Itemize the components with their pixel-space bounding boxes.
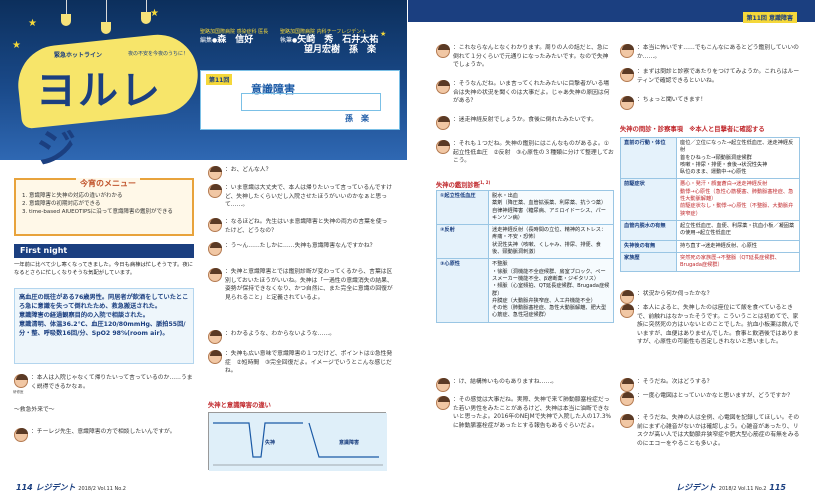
dialog-bubble: ：本当に怖いです……でもこんなにあるとどう鑑別していいのか……。	[620, 44, 800, 61]
header-tag: 第11回 意識障害	[742, 12, 797, 23]
dialog-bubble: ：失神と意識障害とでは鑑別診断が変わってくるから、言葉は区別しておいたほうがいい…	[208, 268, 393, 302]
table-row: 直前の行動・体位 座位／立位になった→起立性低血圧、迷走神経反射 首をひねった→頸…	[620, 136, 800, 180]
star-icon: ★	[28, 18, 37, 29]
ddx-table: ①起立性低血圧 脱水・出血 薬剤（降圧薬、血管拡張薬、利尿薬、抗うつ薬） 自律神経…	[436, 189, 614, 323]
footer-right: レジデント 2018/2 Vol.11 No.2 115	[676, 482, 786, 493]
first-night-intro: 一年前に比べて少し寒くなってきました。今日も病棟は忙しそうです。夜になるとさらに…	[14, 262, 193, 276]
chief-avatar-icon	[620, 290, 634, 304]
column-logo: 緊急ホットライン 夜の不安を今夜のうちに！ ヨルレジ	[14, 30, 202, 172]
round-badge: 第11回	[206, 74, 233, 85]
editor-name: 森 信好	[217, 35, 254, 45]
interview-table-title: 失神の問診・診察事項 ※本人と目撃者に確認する	[620, 126, 765, 133]
dialog-bubble: ：なるほどね。先生はいま意識障害と失神の両方の言葉を使ったけど、どうなの？	[208, 218, 393, 235]
resident-avatar-icon	[208, 330, 222, 344]
resident-avatar-icon	[436, 378, 450, 392]
chief-avatar-icon	[436, 80, 450, 94]
ddx-title: 失神の鑑別診断1, 2)	[436, 180, 491, 190]
dialog-bubble: ：状況から何か伺ったかな？	[620, 290, 800, 304]
header-banner: ★ ★ ★ ★ 緊急ホットライン 夜の不安を今夜のうちに！ ヨルレジ 聖路加国際…	[0, 0, 407, 172]
table-row: 血管内脱水の有無 起立性低血圧、血便、利尿薬・抗血小板／凝固薬の使用→起立性低血圧	[620, 219, 800, 241]
chief-avatar-icon	[208, 268, 222, 282]
menu-item: 1. 意識障害と失神の対応の違いがわかる	[22, 193, 123, 199]
resident-avatar-icon	[436, 44, 450, 58]
chief-avatar-icon	[620, 378, 634, 392]
dialog-bubble: ：ちょっと聞いてきます！	[620, 96, 800, 110]
dialog-bubble: ：これならなんとなくわかります。周りの人の話だと、急に倒れて１分くらいで元通りに…	[436, 44, 614, 70]
syncope-graph: 失神 意識障害	[208, 412, 387, 471]
dialog-bubble: ：失神も広い意味で意識障害の１つだけど、ポイントは①急性発症 ②短時間 ③完全回…	[208, 350, 393, 376]
issue-info: 2018/2 Vol.11 No.2	[718, 486, 767, 492]
dialog-bubble: ：お、どんな人？	[208, 166, 393, 180]
issue-info: 2018/2 Vol.11 No.2	[78, 486, 126, 492]
article-author: 孫 楽	[345, 114, 369, 123]
header-bar-right: 第11回 意識障害	[408, 0, 815, 23]
author-names-1: 矢崎 秀 石井太祐	[297, 35, 379, 45]
syncope-label: 失神	[265, 440, 276, 446]
page-number: 115	[769, 483, 786, 492]
table-row: 前駆症状 悪心・発汗・顔面蒼白→迷走神経反射 動悸→心原性（急性心筋梗塞、肺動脈塞…	[620, 178, 800, 221]
title-card: 第11回 意識障害 孫 楽	[200, 70, 400, 130]
left-page: ★ ★ ★ ★ 緊急ホットライン 夜の不安を今夜のうちに！ ヨルレジ 聖路加国際…	[0, 0, 407, 500]
lamp-icon	[61, 14, 71, 26]
resident-avatar-icon	[14, 428, 28, 442]
dialog-bubble: ：それも１つだね。失神の鑑別にはこんなものがあるよ。①起立性低血圧 ②反射 ③心…	[436, 140, 614, 166]
chief-avatar-icon	[436, 396, 450, 410]
dialog-bubble: ：け、結構怖いものもありますね……。	[436, 378, 614, 392]
resident-avatar-icon	[208, 242, 222, 256]
table-row: 失神後の有無 持ち直す→迷走神経反射、心原性	[620, 239, 800, 253]
dialog-bubble: ：まずは問診と診察であたりをつけてみようか。これらはルーティンで確認できるといい…	[620, 68, 800, 85]
dialog-bubble: ：迷走神経反射でしょうか。食後に倒れたみたいです。	[436, 116, 614, 130]
menu-title: 今宵のメニュー	[76, 178, 140, 189]
chief-avatar-icon	[208, 218, 222, 232]
table-row: ③心原性 不整脈 ・徐脈（洞機能不全症候群、房室ブロック、ペースメーカー機能不全、…	[436, 258, 614, 323]
resident-avatar-icon	[436, 116, 450, 130]
dialog-bubble: ：そうだね、失神の人は全例、心電図を記録してほしい。その前にまず心雑音がないかは…	[620, 414, 800, 448]
dialog-bubble: ：わかるような、わからないような……。	[208, 330, 393, 344]
resident-avatar-icon	[620, 392, 634, 406]
graph-title: 失神と意識障害の違い	[208, 402, 271, 409]
star-icon: ★	[380, 30, 387, 38]
author-names-2: 望月宏樹 孫 楽	[304, 45, 377, 55]
resident-avatar-icon	[620, 44, 634, 58]
dialog-bubble: ：いま意識は大丈夫で、本人は帰りたいって言っているんですけど、失神したくらいだし…	[208, 184, 393, 210]
chief-avatar-icon	[208, 166, 222, 180]
dialog-bubble: ：一度心電図はとっていいかなと思いますが、どうですか？	[620, 392, 800, 406]
dialog-bubble: ：そうだね。次はどうする？	[620, 378, 800, 392]
star-icon: ★	[150, 8, 159, 19]
dialog-bubble: ：そうなんだね。いま言ってくれたみたいに目撃者がいる場合は失神の状況を聞くのは大…	[436, 80, 614, 106]
resident-avatar-icon	[620, 304, 634, 318]
journal-name: レジデント	[35, 483, 76, 492]
resident-avatar-icon	[208, 184, 222, 198]
coma-label: 意識障害	[339, 440, 360, 446]
page-number: 114	[16, 483, 33, 492]
table-row: ②反射 迷走神経反射（長時間の立位、精神的ストレス：疼痛・不安・恐怖） 状況性失神…	[436, 224, 614, 260]
syncope-graph-svg	[209, 413, 387, 471]
first-night-heading: First night	[14, 244, 194, 258]
resident-avatar-icon	[620, 96, 634, 110]
dialog-bubble: ：その感覚は大事だね。実際、失神で来て肺動脈塞栓症だった若い男性をみたことがある…	[436, 396, 614, 430]
scene-line: 〜救急外来で〜	[14, 407, 55, 413]
chief-avatar-icon	[436, 140, 450, 154]
chief-avatar-icon	[620, 414, 634, 428]
chief-avatar-icon	[208, 350, 222, 364]
dialog-bubble: 研修医 ：本人は入院じゃなくて帰りたいって言っているのか……うまく説得できるかな…	[13, 374, 193, 394]
table-row: ①起立性低血圧 脱水・出血 薬剤（降圧薬、血管拡張薬、利尿薬、抗うつ薬） 自律神経…	[436, 189, 614, 226]
dialog-bubble: ：本人によると、失神したのは座位にて飯を食べているときで、前触れはなかったそうで…	[620, 304, 800, 347]
resident-avatar-icon: 研修医	[13, 374, 28, 394]
dialog-bubble: ：チーレジ先生、意識障害の方で相談したいんですが。	[14, 428, 194, 442]
menu-box: 今宵のメニュー 1. 意識障害と失神の対応の違いがわかる 2. 意識障害の初期対…	[14, 178, 194, 236]
dialog-bubble: ：う〜ん……たしかに……失神も意識障害なんですかね？	[208, 242, 393, 256]
chief-avatar-icon	[620, 68, 634, 82]
interview-table: 直前の行動・体位 座位／立位になった→起立性低血圧、迷走神経反射 首をひねった→頸…	[620, 136, 800, 273]
menu-item: 2. 意識障害の初期対応ができる	[22, 201, 101, 207]
footer-left: 114 レジデント 2018/2 Vol.11 No.2	[16, 482, 126, 493]
logo-title: ヨルレジ	[36, 68, 162, 172]
case-box: 高血圧の既往がある76歳男性。同居者が飲酒をしていたところ急に意識を失って倒れた…	[14, 288, 194, 364]
journal-name: レジデント	[676, 483, 716, 492]
menu-item: 3. time-based AIUEOTIPSに沿って意識障害の鑑別ができる	[22, 209, 173, 215]
table-row: 家族歴 突然死の家族歴→不整脈（QT延長症候群、Brugada症候群）	[620, 251, 800, 273]
lamp-icon	[141, 12, 151, 24]
